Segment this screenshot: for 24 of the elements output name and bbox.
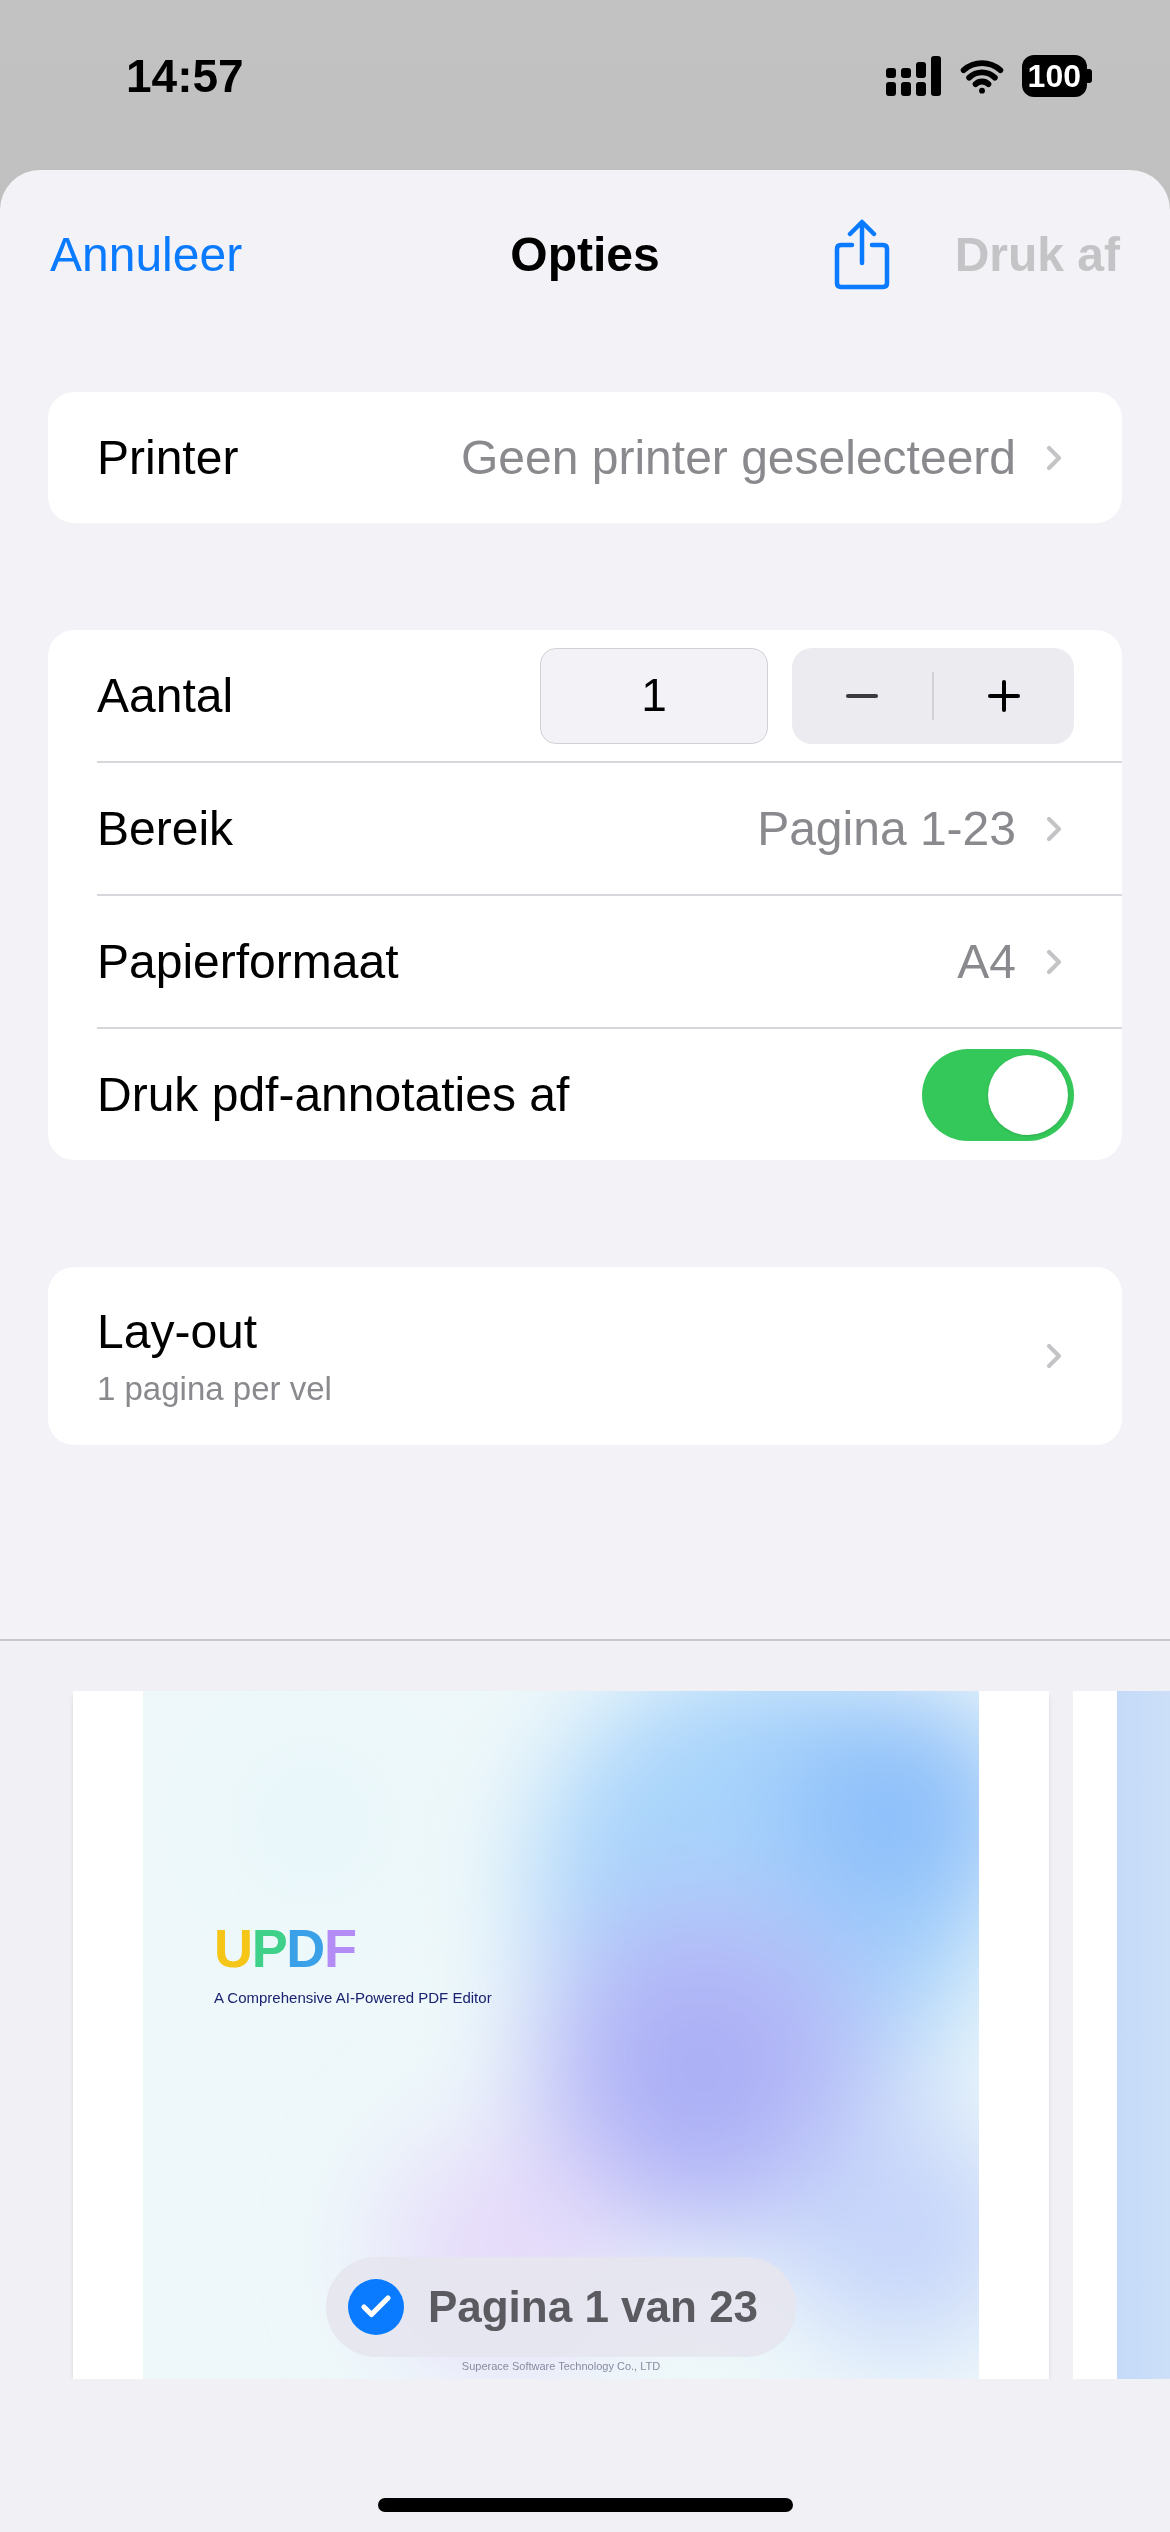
option-value: Pagina 1-23 — [757, 800, 1016, 857]
option-value: A4 — [957, 933, 1016, 990]
status-time: 14:57 — [126, 48, 244, 104]
option-label: Papierformaat — [97, 933, 399, 990]
quantity-field[interactable]: 1 — [540, 647, 768, 744]
document-tagline: A Comprehensive AI-Powered PDF Editor — [214, 1988, 492, 2008]
cancel-button[interactable]: Annuleer — [50, 219, 243, 291]
layout-detail: 1 pagina per vel — [97, 1369, 332, 1410]
option-label: Bereik — [97, 800, 234, 857]
option-label: Aantal — [97, 667, 234, 724]
share-icon[interactable] — [832, 219, 891, 291]
layout-row[interactable]: Lay-out 1 pagina per vel — [48, 1267, 1122, 1445]
signal-icon — [885, 56, 942, 96]
printer-label: Printer — [97, 429, 239, 486]
printer-value: Geen printer geselecteerd — [461, 429, 1016, 486]
page-badge[interactable]: Pagina 1 van 23 — [325, 2257, 797, 2357]
document-footer: Superace Software Technology Co., LTD — [461, 2361, 661, 2372]
page-thumbnail[interactable]: UPDF A Comprehensive AI-Powered PDF Editor Pagina 1 van 23 Superace Software Technology Co., LTD — [73, 1691, 1049, 2379]
sheet-title: Opties — [510, 227, 660, 283]
layout-label: Lay-out — [97, 1304, 259, 1361]
printer-row[interactable]: Printer Geen printer geselecteerd — [48, 392, 1122, 523]
option-label: Druk pdf-annotaties af — [97, 1066, 570, 1123]
document-logo: UPDF — [214, 1921, 357, 1975]
page-counter: Pagina 1 van 23 — [427, 2281, 759, 2333]
